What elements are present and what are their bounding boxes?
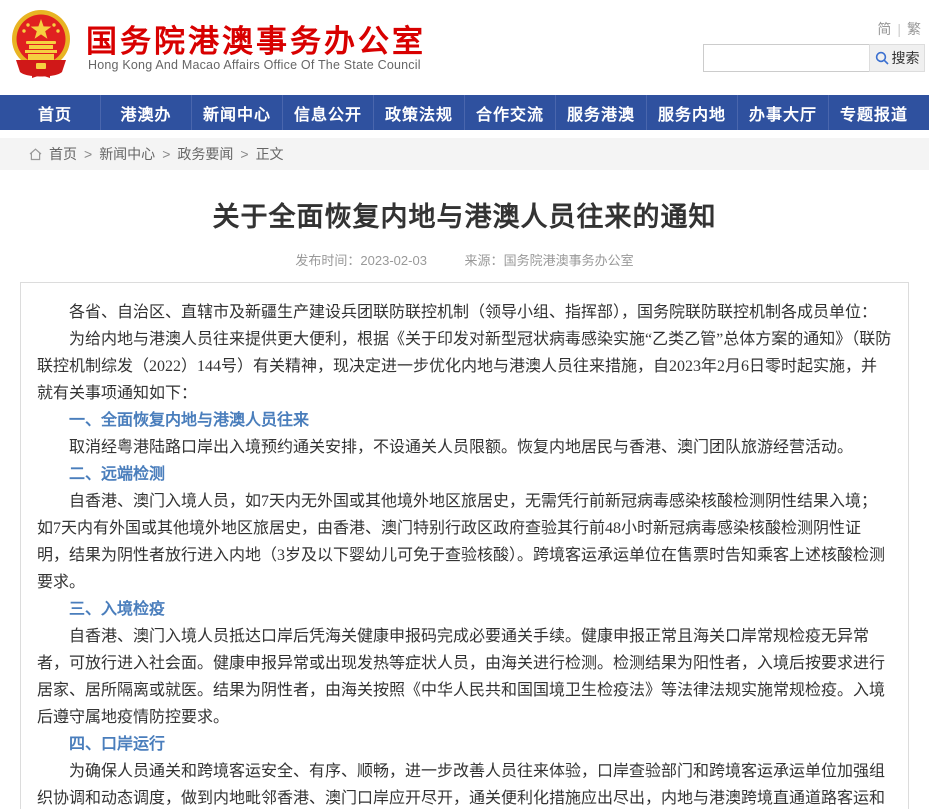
nav-item[interactable]: 合作交流 xyxy=(465,95,556,130)
lang-separator: | xyxy=(897,21,901,37)
search-icon xyxy=(875,51,889,65)
search-area: 搜索 xyxy=(703,44,925,72)
site-title: 国务院港澳事务办公室 xyxy=(86,16,426,61)
article-block: 自香港、澳门入境人员，如7天内无外国或其他境外地区旅居史，无需凭行前新冠病毒感染… xyxy=(37,488,892,596)
nav-item[interactable]: 办事大厅 xyxy=(738,95,829,130)
search-button-label: 搜索 xyxy=(892,48,920,68)
breadcrumb-item: 新闻中心 > xyxy=(99,144,177,164)
site-header: 国务院港澳事务办公室 Hong Kong And Macao Affairs O… xyxy=(0,0,929,95)
nav-item[interactable]: 首页 xyxy=(10,95,101,130)
source-label: 来源： xyxy=(465,253,504,268)
breadcrumb-link[interactable]: 正文 xyxy=(256,146,284,162)
breadcrumb-separator: > xyxy=(84,146,92,162)
language-toggle: 简 | 繁 xyxy=(877,19,921,39)
article-block: 为确保人员通关和跨境客运安全、有序、顺畅，进一步改善人员往来体验，口岸查验部门和… xyxy=(37,758,892,809)
home-icon xyxy=(28,147,43,162)
breadcrumb-item: 政务要闻 > xyxy=(177,144,255,164)
breadcrumb-item: 首页 > xyxy=(49,144,99,164)
breadcrumb-link[interactable]: 新闻中心 xyxy=(99,146,155,162)
main-nav: 首页港澳办新闻中心信息公开政策法规合作交流服务港澳服务内地办事大厅专题报道 xyxy=(0,95,929,130)
page-title: 关于全面恢复内地与港澳人员往来的通知 xyxy=(0,195,929,234)
breadcrumb-link[interactable]: 首页 xyxy=(49,146,77,162)
nav-item[interactable]: 信息公开 xyxy=(283,95,374,130)
source-value: 国务院港澳事务办公室 xyxy=(504,253,634,268)
article-block: 二、远端检测 xyxy=(37,461,892,488)
breadcrumb-items: 首页 > 新闻中心 > 政务要闻 > 正文 xyxy=(49,144,298,164)
site-subtitle: Hong Kong And Macao Affairs Office Of Th… xyxy=(88,58,421,72)
nav-item[interactable]: 港澳办 xyxy=(101,95,192,130)
publish-time-value: 2023-02-03 xyxy=(360,253,427,268)
nav-item[interactable]: 服务港澳 xyxy=(556,95,647,130)
article-block: 取消经粤港陆路口岸出入境预约通关安排，不设通关人员限额。恢复内地居民与香港、澳门… xyxy=(37,434,892,461)
nav-item[interactable]: 政策法规 xyxy=(374,95,465,130)
lang-simplified[interactable]: 简 xyxy=(877,21,891,37)
article-block: 四、口岸运行 xyxy=(37,731,892,758)
article-block: 一、全面恢复内地与港澳人员往来 xyxy=(37,407,892,434)
breadcrumb-link[interactable]: 政务要闻 xyxy=(177,146,233,162)
breadcrumb-separator: > xyxy=(162,146,170,162)
article-block: 自香港、澳门入境人员抵达口岸后凭海关健康申报码完成必要通关手续。健康申报正常且海… xyxy=(37,623,892,731)
publish-time-label: 发布时间： xyxy=(295,253,360,268)
article-block: 为给内地与港澳人员往来提供更大便利，根据《关于印发对新型冠状病毒感染实施“乙类乙… xyxy=(37,326,892,407)
article-body: 各省、自治区、直辖市及新疆生产建设兵团联防联控机制（领导小组、指挥部），国务院联… xyxy=(20,282,909,809)
article-block: 各省、自治区、直辖市及新疆生产建设兵团联防联控机制（领导小组、指挥部），国务院联… xyxy=(37,299,892,326)
breadcrumb: 首页 > 新闻中心 > 政务要闻 > 正文 xyxy=(0,138,929,170)
lang-traditional[interactable]: 繁 xyxy=(907,21,921,37)
nav-item[interactable]: 新闻中心 xyxy=(192,95,283,130)
article-block: 三、入境检疫 xyxy=(37,596,892,623)
breadcrumb-item: 正文 xyxy=(256,144,298,164)
national-emblem-logo xyxy=(10,8,72,82)
search-button[interactable]: 搜索 xyxy=(869,44,925,72)
nav-item[interactable]: 服务内地 xyxy=(647,95,738,130)
article-meta: 发布时间：2023-02-03 来源：国务院港澳事务办公室 xyxy=(0,250,929,269)
nav-item[interactable]: 专题报道 xyxy=(829,95,919,130)
search-input[interactable] xyxy=(703,44,869,72)
breadcrumb-separator: > xyxy=(240,146,248,162)
